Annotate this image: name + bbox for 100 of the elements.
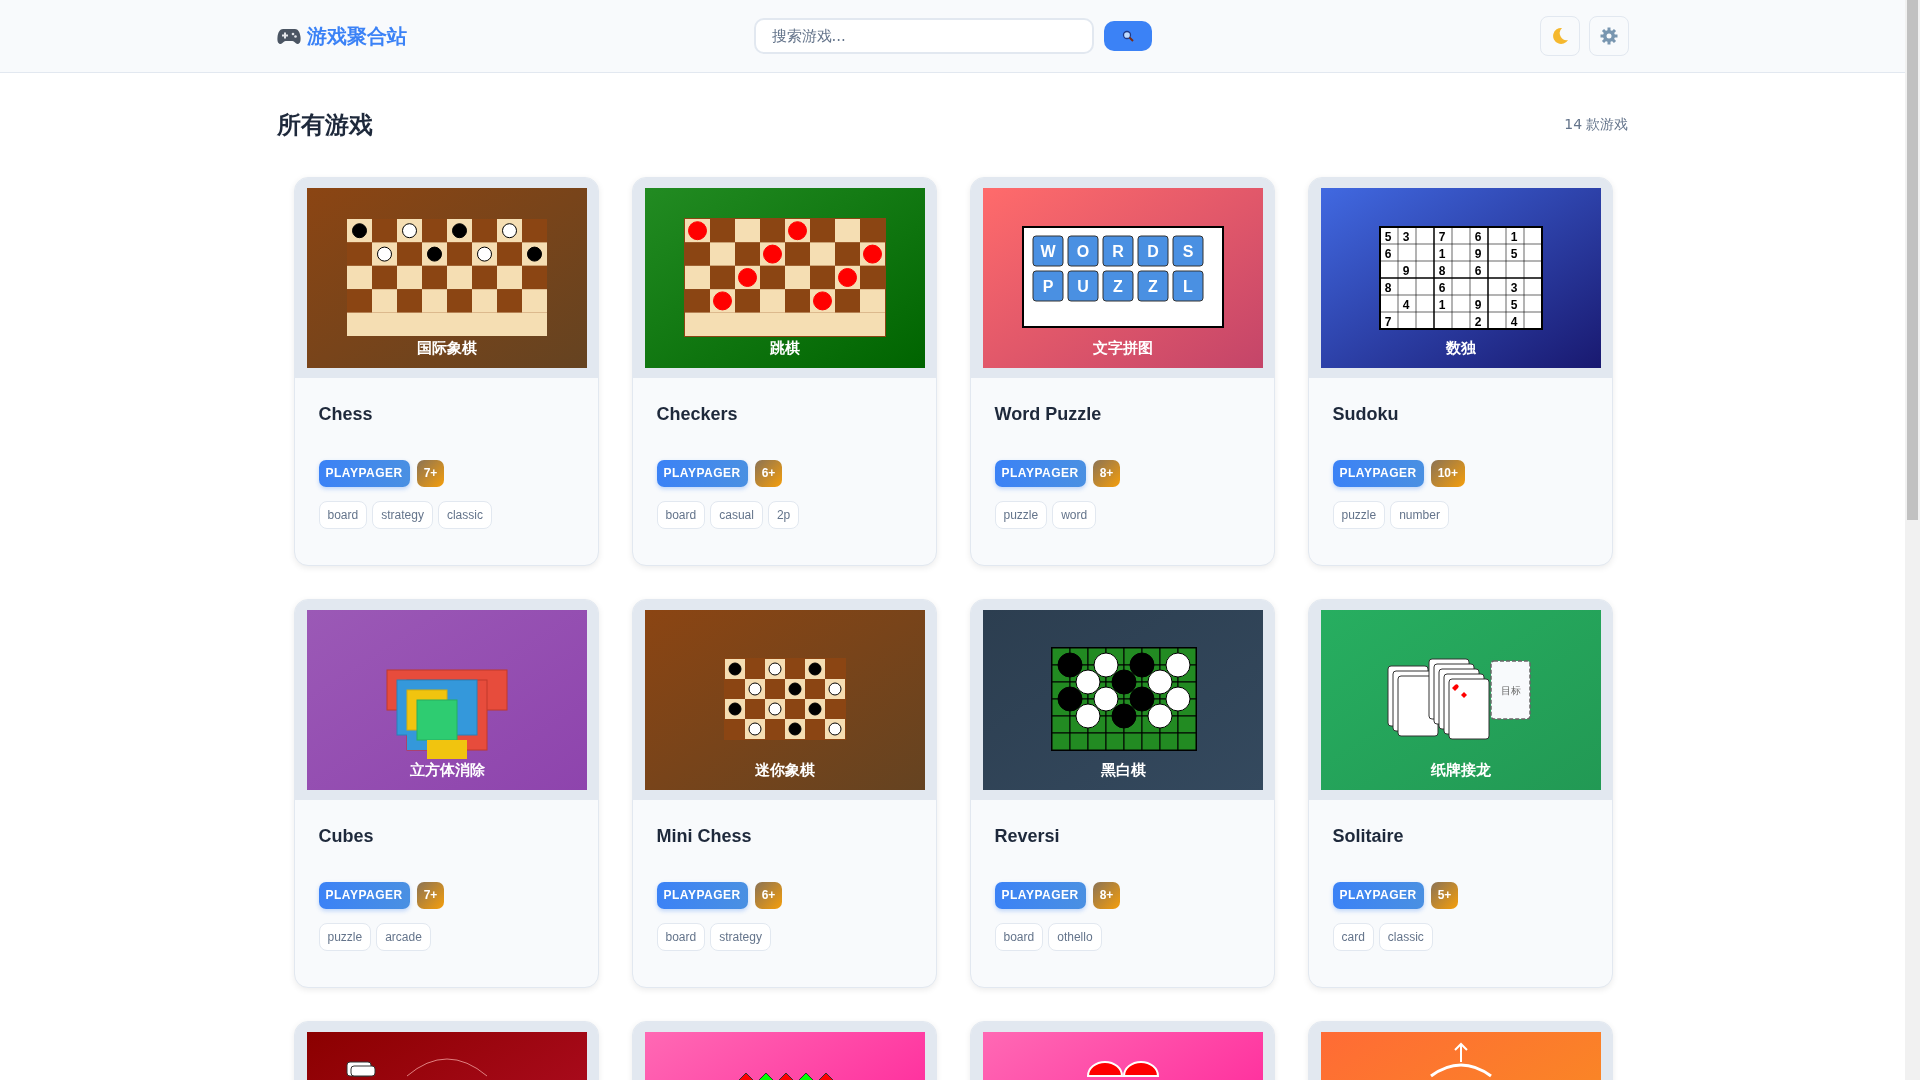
tag-chip[interactable]: word — [1052, 501, 1097, 529]
tag-chip[interactable]: board — [656, 501, 706, 529]
tag-chip[interactable]: strategy — [372, 501, 433, 529]
sudoku-digit: 3 — [1402, 230, 1409, 244]
letter-tile: U — [1067, 270, 1098, 302]
sudoku-digit: 9 — [1402, 264, 1409, 278]
letter-tile: Z — [1137, 270, 1168, 302]
letter-tile: O — [1067, 235, 1098, 267]
sudoku-digit: 6 — [1474, 264, 1481, 278]
tag-chip[interactable]: card — [1332, 923, 1374, 951]
source-badge: PLAYPAGER — [994, 882, 1086, 909]
sudoku-digit: 5 — [1384, 230, 1391, 244]
game-card[interactable]: W O R D S P U Z Z L 文字拼图 Word Puzzle PLAYPAGER 8+ puzzle word — [969, 177, 1275, 566]
sudoku-digit: 1 — [1438, 247, 1445, 261]
source-badge: PLAYPAGER — [994, 460, 1086, 487]
thumbnail-caption: 迷你象棋 — [754, 761, 815, 779]
settings-icon — [1599, 27, 1618, 45]
search-button[interactable] — [1103, 21, 1152, 51]
tag-chip[interactable]: board — [318, 501, 368, 529]
tag-chip[interactable]: classic — [437, 501, 492, 529]
site-logo[interactable]: 游戏聚合站 — [306, 22, 407, 50]
thumbnail-caption: 数独 — [1445, 339, 1476, 357]
game-title: Sudoku — [1332, 403, 1400, 426]
source-badge: PLAYPAGER — [1332, 460, 1424, 487]
dark-mode-button[interactable] — [1539, 16, 1580, 56]
sudoku-digit: 9 — [1474, 298, 1481, 312]
age-badge: 5+ — [1430, 882, 1459, 909]
sudoku-digit: 6 — [1438, 281, 1445, 295]
letter-tile: D — [1137, 235, 1168, 267]
game-card[interactable]: 5 3 7 6 1 6 1 9 5 9 8 6 8 6 3 4 1 9 5 7 2 4 数独 Sudoku PLAYPAGER 10+ puzzle number — [1307, 177, 1613, 566]
tag-chip[interactable]: othello — [1048, 923, 1102, 951]
game-title: Solitaire — [1332, 825, 1405, 848]
source-badge: PLAYPAGER — [656, 882, 748, 909]
tag-chip[interactable]: casual — [710, 501, 763, 529]
game-title: Reversi — [994, 825, 1061, 848]
settings-button[interactable] — [1588, 16, 1629, 56]
tag-chip[interactable]: board — [994, 923, 1044, 951]
tag-chip[interactable]: puzzle — [318, 923, 372, 951]
sudoku-digit: 1 — [1438, 298, 1445, 312]
sudoku-digit: 7 — [1438, 230, 1445, 244]
sudoku-digit: 5 — [1510, 247, 1517, 261]
letter-tile: W — [1032, 235, 1063, 267]
thumbnail-caption: 纸牌接龙 — [1430, 761, 1491, 779]
source-badge: PLAYPAGER — [318, 882, 410, 909]
section-title: 所有游戏 — [276, 110, 373, 141]
sudoku-digit: 4 — [1510, 315, 1517, 329]
game-card[interactable]: 跳棋 Checkers PLAYPAGER 6+ board casual 2p — [631, 177, 937, 566]
thumbnail-caption: 跳棋 — [769, 339, 800, 357]
letter-tile: S — [1172, 235, 1203, 267]
thumbnail-caption: 国际象棋 — [416, 339, 477, 357]
age-badge: 6+ — [754, 460, 783, 487]
source-badge: PLAYPAGER — [656, 460, 748, 487]
age-badge: 7+ — [416, 460, 445, 487]
tag-chip[interactable]: classic — [1378, 923, 1433, 951]
sudoku-digit: 2 — [1474, 315, 1481, 329]
sudoku-digit: 4 — [1402, 298, 1409, 312]
tag-chip[interactable]: strategy — [710, 923, 771, 951]
sudoku-digit: 8 — [1384, 281, 1391, 295]
game-card[interactable]: 目标 纸牌接龙 Solitaire PLAYPAGER 5+ card classic — [1307, 599, 1613, 988]
game-title: Checkers — [656, 403, 739, 426]
target-slot: 目标 — [1489, 660, 1531, 720]
game-card[interactable]: 立方体消除 Cubes PLAYPAGER 7+ puzzle arcade — [293, 599, 599, 988]
game-title: Chess — [318, 403, 374, 426]
game-count: 14 款游戏 — [1564, 116, 1629, 134]
game-card[interactable]: 迷你象棋 Mini Chess PLAYPAGER 6+ board strategy — [631, 599, 937, 988]
letter-tile: Z — [1102, 270, 1133, 302]
letter-tile: L — [1172, 270, 1203, 302]
tag-chip[interactable]: puzzle — [994, 501, 1048, 529]
sudoku-digit: 7 — [1384, 315, 1391, 329]
age-badge: 10+ — [1430, 460, 1466, 487]
thumbnail-caption: 立方体消除 — [409, 761, 484, 779]
game-title: Word Puzzle — [994, 403, 1103, 426]
scrollbar-thumb[interactable] — [1907, 0, 1918, 520]
search-icon — [1121, 30, 1134, 42]
gamepad-icon — [276, 27, 301, 45]
sudoku-digit: 8 — [1438, 264, 1445, 278]
thumbnail-caption: 黑白棋 — [1100, 761, 1145, 779]
tag-chip[interactable]: board — [656, 923, 706, 951]
source-badge: PLAYPAGER — [318, 460, 410, 487]
sudoku-digit: 3 — [1510, 281, 1517, 295]
tag-chip[interactable]: number — [1390, 501, 1449, 529]
thumbnail-caption: 文字拼图 — [1092, 339, 1153, 357]
letter-tile: R — [1102, 235, 1133, 267]
age-badge: 8+ — [1092, 460, 1121, 487]
game-card[interactable]: 国际象棋 Chess PLAYPAGER 7+ board strategy classic — [293, 177, 599, 566]
game-title: Cubes — [318, 825, 375, 848]
age-badge: 7+ — [416, 882, 445, 909]
moon-icon — [1550, 27, 1569, 45]
age-badge: 8+ — [1092, 882, 1121, 909]
game-card[interactable]: 黑白棋 Reversi PLAYPAGER 8+ board othello — [969, 599, 1275, 988]
sudoku-digit: 5 — [1510, 298, 1517, 312]
tag-chip[interactable]: 2p — [767, 501, 800, 529]
sudoku-digit: 6 — [1384, 247, 1391, 261]
tag-chip[interactable]: arcade — [376, 923, 431, 951]
letter-tile: P — [1032, 270, 1063, 302]
sudoku-digit: 6 — [1474, 230, 1481, 244]
sudoku-digit: 1 — [1510, 230, 1517, 244]
search-field[interactable]: 搜索游戏... — [753, 18, 1094, 54]
source-badge: PLAYPAGER — [1332, 882, 1424, 909]
tag-chip[interactable]: puzzle — [1332, 501, 1386, 529]
